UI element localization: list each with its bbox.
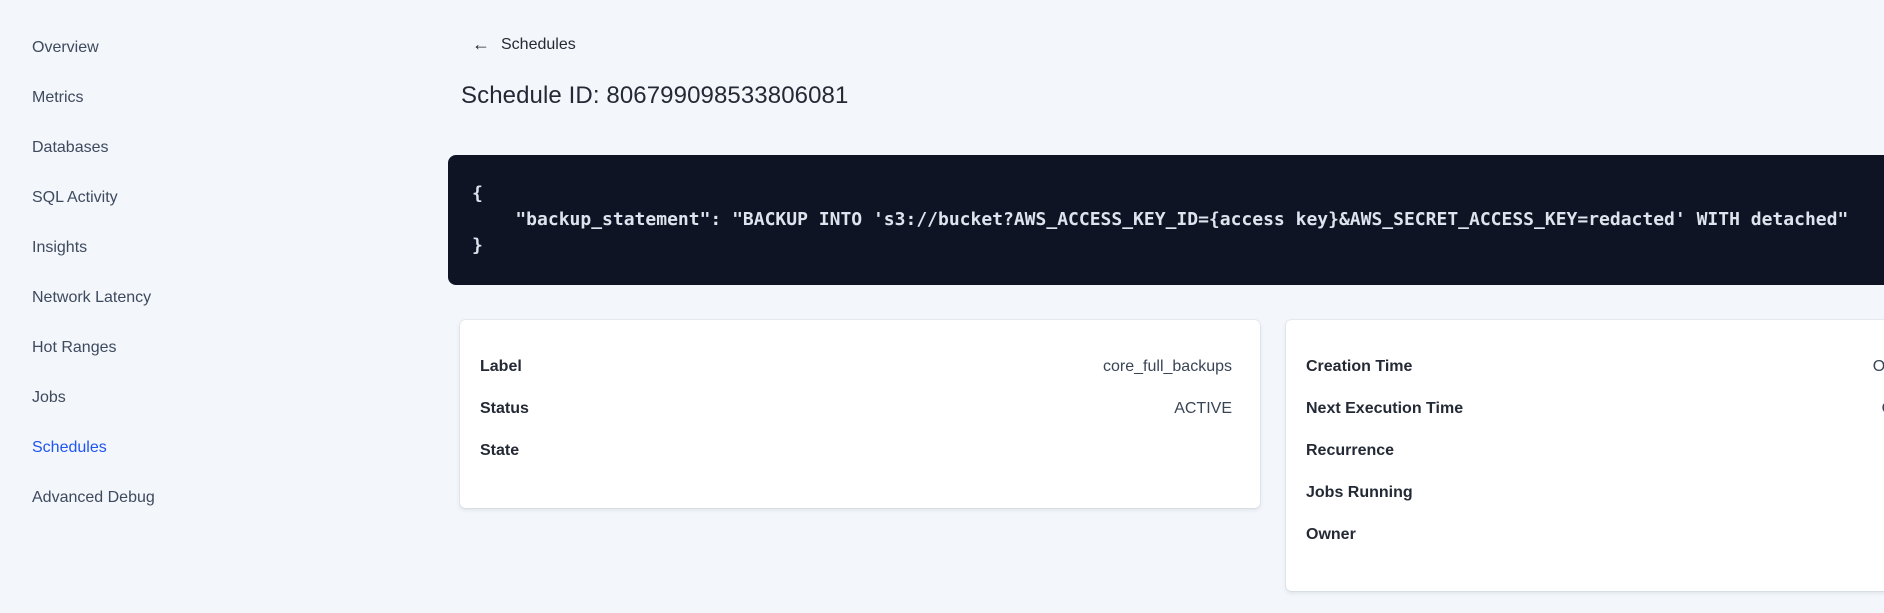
- sidebar-item-metrics[interactable]: Metrics: [0, 73, 224, 123]
- code-line: {: [472, 183, 483, 204]
- code-line: }: [472, 235, 483, 256]
- schedule-timing-card: Creation Time Oct 20, 2022 at 17:12 UTC Ne…: [1286, 320, 1884, 591]
- detail-row: Status ACTIVE: [480, 388, 1232, 430]
- detail-row: Next Execution TimeOct 21, 2022 at 0:00 …: [1306, 388, 1884, 430]
- code-line: "backup_statement": "BACKUP INTO 's3://b…: [472, 209, 1849, 230]
- detail-label: Label: [480, 358, 522, 375]
- detail-row: Label core_full_backups: [480, 346, 1232, 388]
- page-title: Schedule ID: 806799098533806081: [461, 82, 849, 109]
- sidebar-item-databases[interactable]: Databases: [0, 123, 224, 173]
- schedule-summary-card: Label core_full_backups Status ACTIVE State: [460, 320, 1260, 508]
- detail-row: Creation Time Oct 20, 2022 at 17:12 UTC: [1306, 346, 1884, 388]
- detail-label: Owner: [1306, 526, 1356, 543]
- schedule-statement-code-block: { "backup_statement": "BACKUP INTO 's3:/…: [448, 155, 1884, 285]
- detail-label: Recurrence: [1306, 442, 1395, 459]
- detail-label: Creation Time: [1306, 358, 1413, 375]
- sidebar-item-hot-ranges[interactable]: Hot Ranges: [0, 323, 224, 373]
- detail-value: core_full_backups: [1103, 358, 1232, 375]
- detail-value: ACTIVE: [1174, 400, 1232, 417]
- back-link[interactable]: ← Schedules: [472, 34, 576, 54]
- sidebar-item-advanced-debug[interactable]: Advanced Debug: [0, 473, 224, 523]
- detail-cards: Label core_full_backups Status ACTIVE State …: [460, 320, 1884, 591]
- main-content: ← Schedules Schedule ID: 806799098533806…: [224, 0, 1884, 613]
- sidebar-item-insights[interactable]: Insights: [0, 223, 224, 273]
- back-link-label: Schedules: [501, 36, 576, 53]
- detail-label: Jobs Running: [1306, 484, 1413, 501]
- detail-label: State: [480, 442, 520, 459]
- sidebar-item-sql-activity[interactable]: SQL Activity: [0, 173, 224, 223]
- detail-label: Next Execution Time: [1306, 400, 1464, 417]
- sidebar: Overview Metrics Databases SQL Activity Insi…: [0, 0, 224, 613]
- detail-row: State: [480, 430, 1232, 472]
- sidebar-item-overview[interactable]: Overview: [0, 23, 224, 73]
- app-root: Overview Metrics Databases SQL Activity Insi…: [0, 0, 1884, 613]
- detail-label: Status: [480, 400, 529, 417]
- detail-row: Ownerroot: [1306, 514, 1884, 556]
- arrow-left-icon: ←: [472, 34, 490, 54]
- sidebar-item-jobs[interactable]: Jobs: [0, 373, 224, 423]
- detail-row: Recurrence@daily: [1306, 430, 1884, 472]
- sidebar-item-schedules[interactable]: Schedules: [0, 423, 224, 473]
- detail-value: Oct 20, 2022 at 17:12 UTC: [1872, 358, 1884, 375]
- detail-row: Jobs Running0: [1306, 472, 1884, 514]
- sidebar-item-network-latency[interactable]: Network Latency: [0, 273, 224, 323]
